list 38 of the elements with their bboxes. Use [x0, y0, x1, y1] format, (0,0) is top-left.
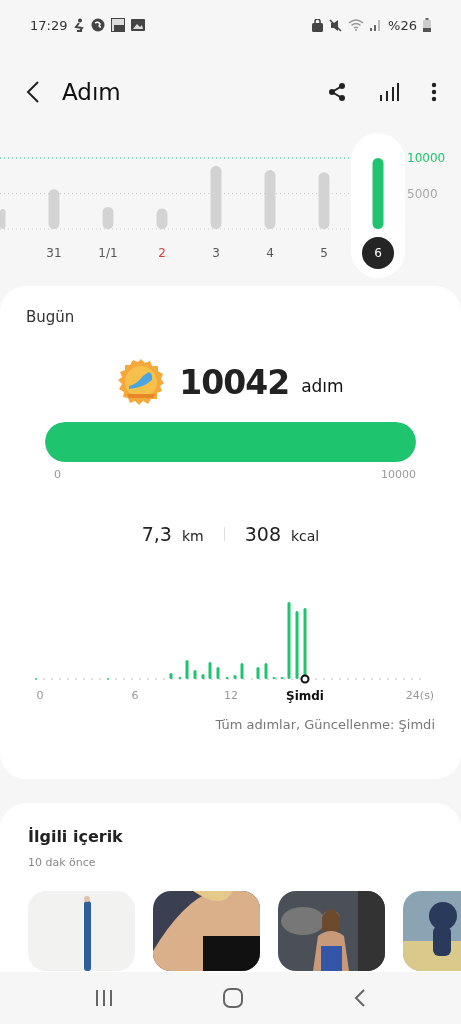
time-axis-label: 6 [131, 689, 139, 702]
day-label[interactable]: 31 [46, 246, 62, 260]
time-axis-label: Şimdi [286, 689, 324, 703]
day-label[interactable]: 5 [320, 246, 328, 260]
figure-icon [73, 18, 86, 32]
axis-label: 10000 [407, 151, 446, 165]
card-title: Bugün [26, 308, 76, 326]
circle-icon [91, 18, 106, 32]
day-label[interactable]: 3 [212, 246, 220, 260]
calories-value: 308 [244, 523, 281, 545]
day-label[interactable]: 6 [374, 246, 382, 260]
step-count: 10042 [179, 362, 290, 402]
lock-icon [312, 18, 324, 32]
badge-icon [117, 358, 166, 406]
day-label[interactable]: 4 [266, 246, 274, 260]
battery-percent: %26 [388, 17, 417, 33]
mute-icon [329, 18, 343, 32]
distance-unit: km [181, 528, 204, 544]
calories-unit: kcal [290, 528, 320, 544]
axis-label: 5000 [407, 186, 438, 201]
time-axis-label: 0 [36, 689, 44, 702]
signal-icon [370, 19, 383, 31]
time-axis-label: 24(s) [405, 689, 435, 702]
day-label[interactable]: 1/1 [98, 246, 118, 260]
distance-value: 7,3 [141, 523, 172, 545]
step-unit: adım [301, 376, 344, 396]
card-title: İlgili içerik [28, 827, 124, 846]
update-note: Tüm adımlar, Güncellenme: Şimdi [215, 717, 435, 732]
page-title: Adım [62, 79, 122, 105]
goal-min-label: 0 [54, 468, 61, 481]
card-subtitle: 10 dak önce [28, 856, 97, 869]
image-icon [131, 19, 146, 31]
day-label[interactable]: 2 [158, 246, 166, 260]
time-axis-label: 12 [224, 689, 238, 702]
battery-icon [423, 18, 431, 32]
status-time: 17:29 [30, 17, 68, 33]
wifi-icon [348, 19, 365, 31]
goal-max-label: 10000 [381, 468, 416, 481]
